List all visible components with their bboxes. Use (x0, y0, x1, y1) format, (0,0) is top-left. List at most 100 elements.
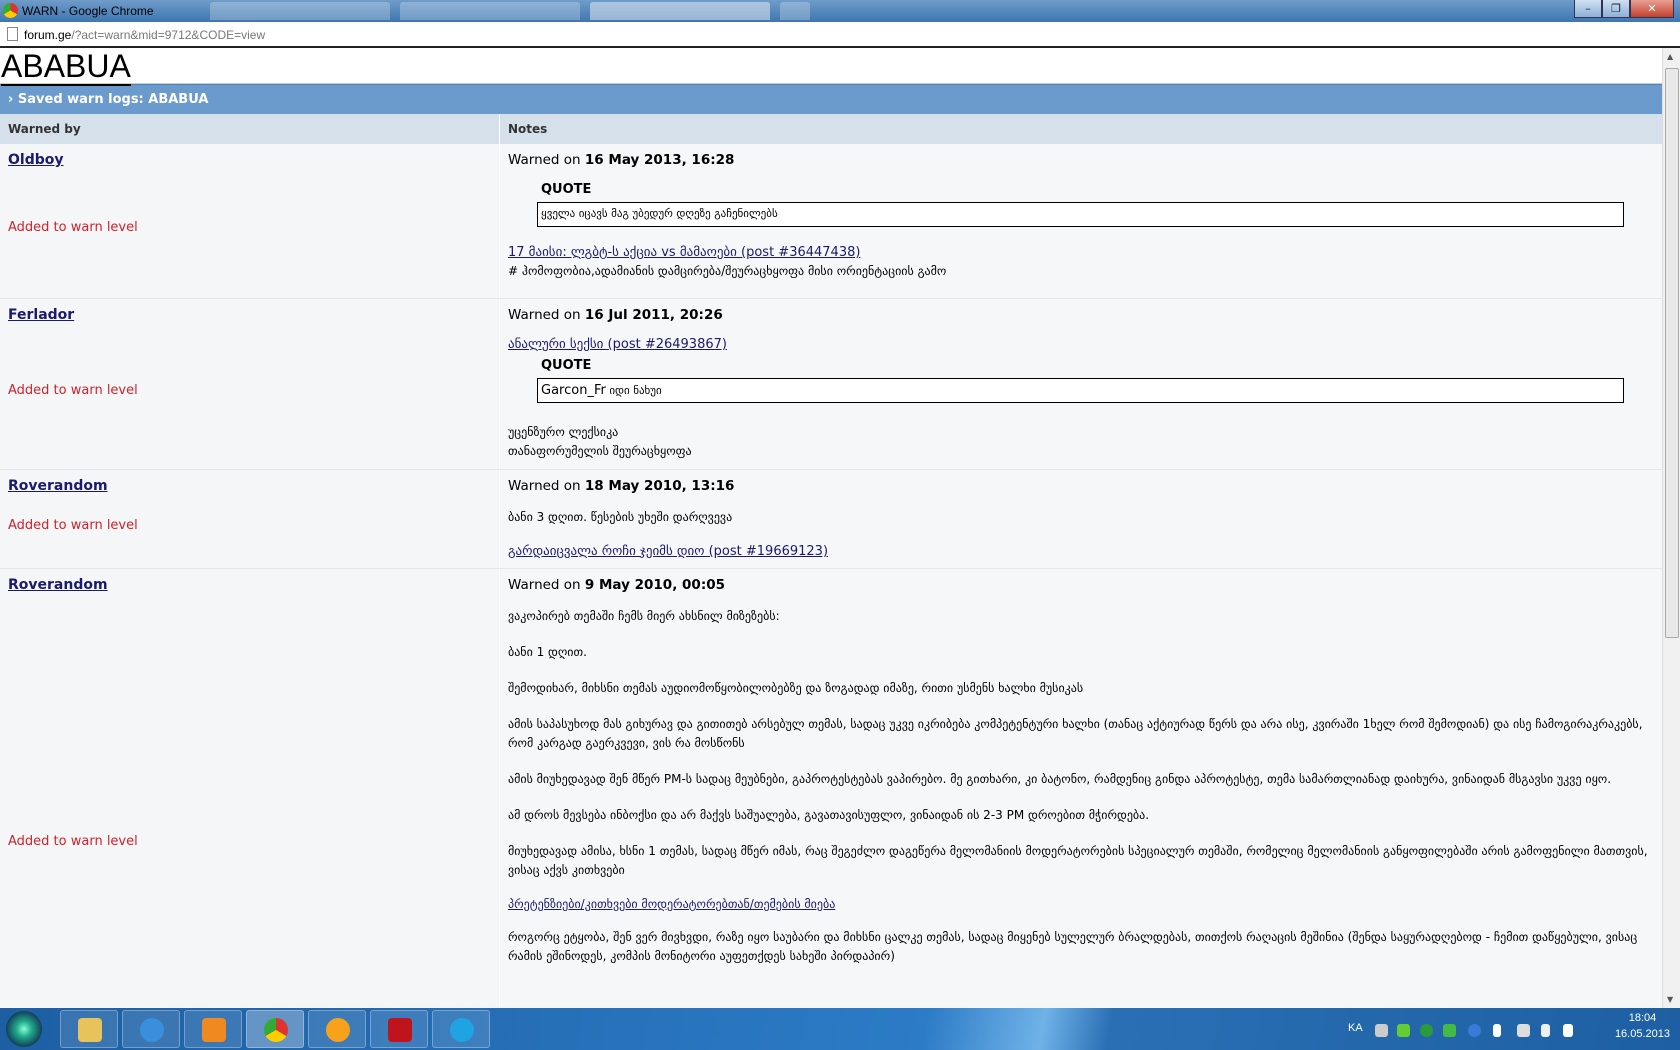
user-link[interactable]: Ferlador (8, 307, 74, 323)
quote-box: ყველა იცავს მაგ უბედურ დღეზე გაჩენილებს (537, 202, 1624, 227)
scroll-up-icon[interactable]: ▲ (1667, 52, 1673, 61)
user-link[interactable]: Roverandom (8, 478, 108, 494)
warn-date: Warned on 16 Jul 2011, 20:26 (508, 307, 1654, 323)
warn-date: Warned on 16 May 2013, 16:28 (508, 152, 1654, 168)
note-paragraph: ამ დროს მევსება ინბოქსი და არ მაქვს საშუ… (508, 808, 1150, 822)
flag-icon[interactable] (1563, 1024, 1573, 1037)
tray-app-icon[interactable] (1443, 1024, 1456, 1037)
browser-tab[interactable] (400, 2, 580, 20)
browser-tab-active[interactable] (590, 2, 770, 20)
note-paragraph: როგორც ეტყობა, შენ ვერ მივხვდი, რაზე იყო… (508, 930, 1638, 963)
warned-prefix: Warned on (508, 152, 581, 168)
tray-app-icon[interactable] (1468, 1024, 1481, 1037)
date-value: 16 May 2013, 16:28 (584, 152, 735, 168)
restore-button[interactable]: ❐ (1602, 0, 1630, 18)
warn-status: Added to warn level (8, 220, 138, 235)
note-paragraph: მიუხედავად ამისა, ხსნი 1 თემას, სადაც მწ… (508, 844, 1648, 877)
vertical-scrollbar[interactable]: ▲ ▼ (1662, 48, 1680, 1008)
warn-status: Added to warn level (8, 834, 138, 849)
quote-box: Garcon_Fr იდი ნახუი (537, 378, 1624, 403)
url-path: /?act=warn&mid=9712&CODE=view (71, 28, 266, 42)
url-host: forum.ge (24, 28, 72, 42)
date-value: 16 Jul 2011, 20:26 (584, 307, 723, 323)
table-row: Roverandom Added to warn level Warned on… (0, 569, 1662, 1008)
member-name: ABABUA (1, 48, 131, 86)
page-icon (7, 27, 18, 41)
note-text: თანაფორუმელის შეურაცხყოფა (508, 444, 692, 458)
utorrent-icon[interactable] (1420, 1024, 1433, 1037)
note-text: ბანი 3 დღით. წესების უხეში დარღვევა (508, 510, 733, 524)
taskbar: KA 18:04 16.05.2013 (0, 1008, 1680, 1050)
post-link[interactable]: ანალური სექსი (post #26493867) (508, 337, 727, 352)
page-title: ABABUA (0, 48, 1662, 86)
skype-icon (450, 1018, 474, 1042)
date-value: 18 May 2010, 13:16 (584, 478, 735, 494)
quote-text: იდი ნახუი (609, 384, 662, 397)
bluetooth-icon[interactable] (1493, 1024, 1501, 1037)
explorer-taskbar-button[interactable] (60, 1010, 118, 1048)
media-taskbar-button[interactable] (184, 1010, 242, 1048)
warn-status: Added to warn level (8, 383, 138, 398)
user-link[interactable]: Roverandom (8, 577, 108, 593)
note-paragraph: ბანი 1 დღით. (508, 645, 587, 659)
chrome-icon (264, 1018, 288, 1042)
table-row: Ferlador Added to warn level Warned on 1… (0, 299, 1662, 470)
address-bar[interactable]: forum.ge/?act=warn&mid=9712&CODE=view (0, 22, 1680, 48)
keyboard-icon[interactable] (1375, 1024, 1388, 1037)
scroll-down-icon[interactable]: ▼ (1667, 995, 1673, 1004)
url-text[interactable]: forum.ge/?act=warn&mid=9712&CODE=view (24, 28, 265, 42)
col-warned-by: Warned by (0, 114, 500, 144)
table-row: Roverandom Added to warn level Warned on… (0, 470, 1662, 569)
warned-prefix: Warned on (508, 577, 581, 593)
quote-label: QUOTE (541, 358, 592, 373)
language-indicator[interactable]: KA (1348, 1022, 1363, 1034)
post-link[interactable]: 17 მაისი: ლგბტ-ს აქცია vs მამაოები (post… (508, 245, 860, 260)
warn-date: Warned on 9 May 2010, 00:05 (508, 577, 1654, 593)
note-paragraph: ვაკოპირებ თემაში ჩემს მიერ ახსნილ მიზეზე… (508, 609, 780, 623)
note-text: # ჰომოფობია,ადამიანის დამცირება/შეურაცხყ… (508, 264, 947, 278)
skype-taskbar-button[interactable] (432, 1010, 490, 1048)
clock-time: 18:04 (1628, 1012, 1657, 1024)
scrollbar-thumb[interactable] (1665, 68, 1679, 638)
table-header: Warned by Notes (0, 114, 1662, 144)
close-button[interactable]: ✕ (1630, 0, 1674, 18)
note-paragraph: ამის საპასუხოდ მას გიხურავ და გითითებ არ… (508, 717, 1643, 750)
new-tab-button[interactable] (780, 2, 810, 20)
minimize-button[interactable]: – (1574, 0, 1602, 18)
note-paragraph: ამის მიუხედავად შენ მწერ PM-ს სადაც მეუბ… (508, 772, 1612, 786)
window-titlebar: WARN - Google Chrome – ❐ ✕ (0, 0, 1680, 22)
post-link[interactable]: გარდაიცვალა როჩი ჯეიმს დიო (post #196691… (508, 544, 828, 559)
date-value: 9 May 2010, 00:05 (584, 577, 726, 593)
quote-label: QUOTE (541, 182, 592, 197)
warned-prefix: Warned on (508, 307, 581, 323)
network-icon[interactable] (1517, 1024, 1530, 1037)
app2-taskbar-button[interactable] (370, 1010, 428, 1048)
start-button[interactable] (6, 1011, 42, 1047)
chrome-logo-icon (3, 3, 18, 18)
clock-date: 16.05.2013 (1614, 1028, 1670, 1040)
chrome-taskbar-button[interactable] (246, 1010, 304, 1048)
post-link[interactable]: პრეტენზიები/კითხვები მოდერატორებთან/თემე… (508, 897, 835, 911)
app-taskbar-button[interactable] (308, 1010, 366, 1048)
app-icon (326, 1018, 350, 1042)
page-content: ABABUA › Saved warn logs: ABABUA Warned … (0, 48, 1662, 1008)
quote-user: Garcon_Fr (541, 383, 606, 398)
tray-app-icon[interactable] (1397, 1024, 1410, 1037)
ie-icon (140, 1018, 164, 1042)
clock[interactable]: 18:04 16.05.2013 (1615, 1012, 1670, 1040)
volume-icon[interactable] (1541, 1024, 1550, 1037)
media-player-icon (202, 1018, 226, 1042)
note-text: უცენზურო ლექსიკა (508, 425, 619, 439)
warn-status: Added to warn level (8, 518, 138, 533)
folder-icon (78, 1018, 102, 1042)
section-bar: › Saved warn logs: ABABUA (0, 84, 1662, 114)
table-row: Oldboy Added to warn level Warned on 16 … (0, 144, 1662, 299)
browser-tab[interactable] (210, 2, 390, 20)
window-title: WARN - Google Chrome (22, 4, 154, 18)
warn-date: Warned on 18 May 2010, 13:16 (508, 478, 1654, 494)
app2-icon (388, 1018, 412, 1042)
ie-taskbar-button[interactable] (122, 1010, 180, 1048)
note-paragraph: შემოდიხარ, მიხსნი თემას აუდიომოწყობილობე… (508, 681, 1084, 695)
user-link[interactable]: Oldboy (8, 152, 64, 168)
col-notes: Notes (508, 122, 548, 136)
